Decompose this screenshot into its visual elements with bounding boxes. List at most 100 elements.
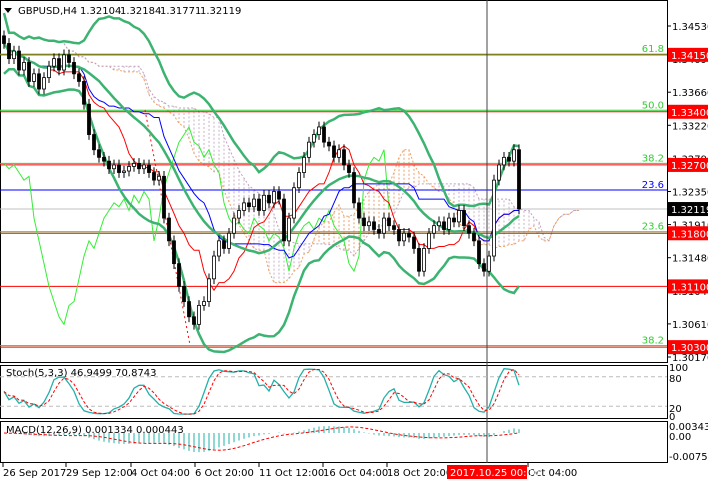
candle-body [42, 77, 46, 90]
candle-body [492, 179, 496, 257]
candle-body [82, 81, 86, 105]
candle-body [142, 164, 146, 170]
candle-body [232, 217, 236, 234]
candle-body [132, 163, 136, 167]
ohlc-value: 1.31771 [160, 6, 201, 17]
level-price-label: 1.30300 [671, 343, 708, 354]
candle-body [502, 156, 506, 166]
candle-body [407, 232, 411, 238]
candle-body [72, 62, 76, 75]
candle-body [362, 217, 366, 227]
candle-body [517, 149, 521, 210]
candle-body [117, 164, 121, 173]
candle-body [342, 149, 346, 166]
candle-body [27, 62, 31, 82]
candle-body [412, 236, 416, 249]
candle-body [47, 65, 51, 79]
bollinger-upper-band [2, 12, 520, 208]
stoch-tick-label: 80 [669, 374, 682, 385]
candle-body [327, 141, 331, 147]
candle-body [402, 232, 406, 242]
candle-body [207, 278, 211, 302]
candle-body [477, 240, 481, 265]
candle-body [192, 316, 196, 325]
price-tick-label: 1.34530 [672, 22, 708, 33]
time-tick-label: 4 Oct 04:00 [131, 468, 190, 479]
candle-body [462, 210, 466, 227]
level-price-label: 1.33400 [671, 108, 708, 119]
candle-body [17, 50, 21, 71]
candle-body [92, 134, 96, 151]
stoch-tick-label: 100 [669, 363, 688, 374]
candle-body [187, 301, 191, 318]
candle-body [57, 58, 61, 71]
candle-body [127, 166, 131, 172]
candle-body [322, 126, 326, 143]
candle-body [387, 217, 391, 227]
candle-body [112, 164, 116, 170]
candle-body [217, 240, 221, 257]
time-tick-label: 6 Oct 20:00 [195, 468, 254, 479]
candle-body [277, 191, 281, 200]
candle-body [472, 232, 476, 242]
fibo-level-label: 50.0 [642, 100, 664, 111]
fibo-level-label: 38.2 [642, 336, 664, 347]
candle-body [442, 221, 446, 230]
stoch-label: Stoch(5,3,3) 46.9499 70.8743 [6, 368, 157, 379]
candle-body [272, 191, 276, 204]
symbol-title: GBPUSD,H4 [18, 6, 77, 17]
candle-body [427, 232, 431, 249]
candle-body [247, 202, 251, 208]
candle-body [337, 149, 341, 158]
candle-body [307, 141, 311, 158]
time-tick-label: 18 Oct 20:00 [387, 468, 452, 479]
ohlc-value: 1.32104 [80, 6, 121, 17]
candle-body [2, 35, 6, 44]
candle-body [52, 58, 56, 67]
candle-body [32, 73, 36, 82]
candle-body [437, 221, 441, 227]
macd-tick-label: -0.007566 [669, 452, 708, 463]
candle-body [177, 263, 181, 287]
candle-body [252, 198, 256, 208]
time-tick-label: 26 Sep 2017 [3, 468, 66, 479]
macd-tick-label: 0.00 [669, 432, 691, 443]
candle-body [197, 304, 201, 325]
candle-body [497, 164, 501, 181]
candle-body [452, 217, 456, 223]
candle-body [147, 164, 151, 173]
trading-chart[interactable]: 61.8 50.0 38.2 23.6 23.6 38.2 GBPUSD,H4 1.32104… [0, 0, 708, 483]
candle-body [97, 149, 101, 158]
candle-body [302, 156, 306, 173]
time-tick-label: 29 Sep 12:00 [66, 468, 133, 479]
candle-body [367, 221, 371, 227]
candle-body [297, 172, 301, 189]
candle-body [62, 54, 66, 71]
candle-body [122, 170, 126, 173]
ohlc-value: 1.32119 [200, 6, 241, 17]
candle-body [7, 43, 11, 60]
candle-body [457, 210, 461, 223]
fibo-level-label: 61.8 [642, 44, 664, 55]
candle-body [332, 145, 336, 158]
level-price-label: 1.31100 [671, 282, 708, 293]
candle-body [347, 164, 351, 173]
candle-body [382, 217, 386, 234]
candle-body [287, 217, 291, 242]
chart-canvas[interactable]: 61.8 50.0 38.2 23.6 23.6 38.2 GBPUSD,H4 1.32104… [0, 0, 708, 483]
candle-body [392, 225, 396, 230]
price-tick-label: 1.31480 [672, 254, 708, 265]
candle-body [432, 225, 436, 234]
candle-body [482, 263, 486, 272]
candle-body [282, 198, 286, 242]
candle-body [37, 73, 41, 90]
price-tick-label: 1.30610 [672, 320, 708, 331]
candle-body [222, 240, 226, 249]
candle-body [202, 301, 206, 306]
fibo-level-label: 38.2 [642, 153, 664, 164]
price-tick-label: 1.32350 [672, 188, 708, 199]
candle-body [417, 248, 421, 272]
candle-body [162, 175, 166, 219]
candle-body [157, 175, 161, 181]
candle-body [227, 232, 231, 249]
